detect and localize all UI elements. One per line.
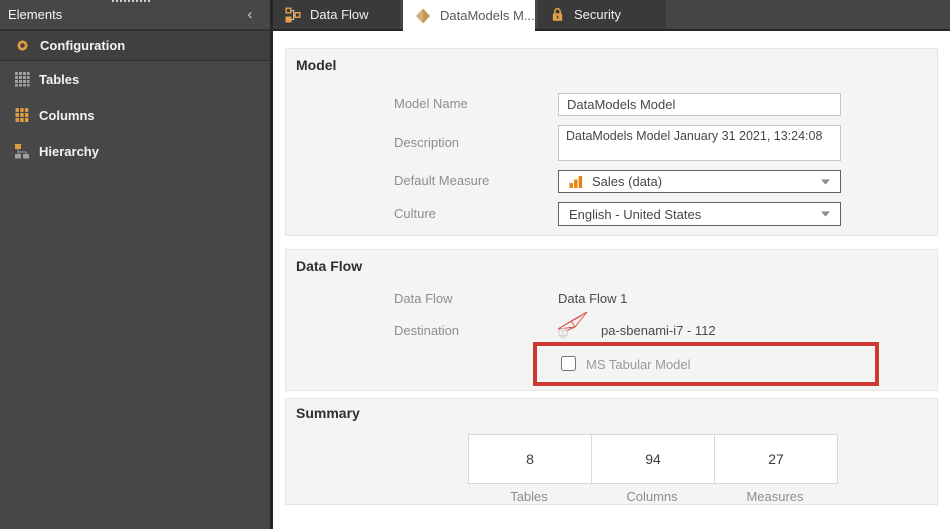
section-title: Data Flow — [296, 258, 362, 274]
stat-box-measures: 27 — [714, 434, 838, 484]
tab-security[interactable]: Security — [538, 0, 666, 29]
sidebar-title: Elements — [8, 7, 240, 22]
tab-label: DataModels M... — [440, 8, 535, 23]
ms-tabular-model-checkbox[interactable] — [561, 356, 576, 371]
stat-value: 94 — [645, 451, 661, 467]
app-window: Elements ‹ Configuration Tables — [0, 0, 950, 529]
stat-box-tables: 8 — [468, 434, 592, 484]
stat-value: 27 — [768, 451, 784, 467]
summary-stat-labels: Tables Columns Measures — [468, 489, 837, 504]
hierarchy-icon — [14, 143, 30, 159]
data-flow-value: Data Flow 1 — [558, 291, 627, 306]
main-panel: Data Flow DataModels M... Security — [273, 0, 950, 529]
sidebar-header: Elements ‹ — [0, 0, 270, 30]
sidebar-item-label: Hierarchy — [39, 144, 99, 159]
destination-value: pa-sbenami-i7 - 112 — [601, 323, 716, 338]
destination-label: Destination — [394, 323, 552, 338]
default-measure-value: Sales (data) — [592, 174, 662, 189]
description-label: Description — [394, 135, 552, 150]
sidebar-item-label: Columns — [39, 108, 95, 123]
data-flow-section: Data Flow Data Flow Data Flow 1 Destinat… — [285, 249, 938, 391]
stat-box-columns: 94 — [591, 434, 715, 484]
tab-label: Security — [574, 7, 621, 22]
description-textarea[interactable]: DataModels Model January 31 2021, 13:24:… — [558, 125, 841, 161]
tab-bar: Data Flow DataModels M... Security — [273, 0, 950, 31]
ssas-destination-icon — [554, 307, 592, 339]
sidebar-item-hierarchy[interactable]: Hierarchy — [0, 133, 270, 169]
model-name-label: Model Name — [394, 96, 552, 111]
culture-dropdown[interactable]: English - United States — [558, 202, 841, 226]
default-measure-label: Default Measure — [394, 173, 552, 188]
table-grid-icon — [14, 71, 30, 87]
model-name-input[interactable] — [558, 93, 841, 116]
sidebar-item-label: Tables — [39, 72, 79, 87]
chevron-down-icon — [821, 179, 830, 185]
culture-value: English - United States — [569, 207, 701, 222]
chevron-down-icon — [821, 211, 830, 217]
tab-datamodels[interactable]: DataModels M... — [403, 0, 535, 31]
summary-section: Summary 8 94 27 Tables Columns Measures — [285, 398, 938, 505]
data-model-diamond-icon — [415, 8, 431, 24]
stat-label-tables: Tables — [467, 489, 591, 504]
sidebar-item-configuration[interactable]: Configuration — [0, 30, 270, 61]
stat-label-measures: Measures — [713, 489, 837, 504]
columns-icon — [14, 107, 30, 123]
section-title: Summary — [296, 405, 360, 421]
section-title: Model — [296, 57, 336, 73]
summary-stats: 8 94 27 — [468, 434, 838, 484]
data-flow-label: Data Flow — [394, 291, 552, 306]
default-measure-dropdown[interactable]: Sales (data) — [558, 170, 841, 193]
lock-icon — [550, 7, 565, 22]
red-annotation-box: MS Tabular Model — [533, 342, 879, 386]
sidebar-item-columns[interactable]: Columns — [0, 97, 270, 133]
gear-icon — [14, 37, 31, 54]
sidebar-item-label: Configuration — [40, 38, 125, 53]
collapse-sidebar-icon[interactable]: ‹ — [240, 5, 260, 25]
stat-value: 8 — [526, 451, 534, 467]
configuration-page: Model Model Name Description DataModels … — [273, 31, 950, 529]
model-section: Model Model Name Description DataModels … — [285, 48, 938, 236]
ms-tabular-model-label: MS Tabular Model — [586, 357, 691, 372]
stat-label-columns: Columns — [590, 489, 714, 504]
culture-label: Culture — [394, 206, 552, 221]
measure-bars-icon — [569, 175, 583, 188]
sidebar-item-tables[interactable]: Tables — [0, 61, 270, 97]
elements-sidebar: Elements ‹ Configuration Tables — [0, 0, 273, 529]
tab-label: Data Flow — [310, 7, 369, 22]
dotted-focus-artifact — [112, 0, 150, 3]
tab-data-flow[interactable]: Data Flow — [273, 0, 400, 29]
data-flow-icon — [285, 7, 301, 23]
